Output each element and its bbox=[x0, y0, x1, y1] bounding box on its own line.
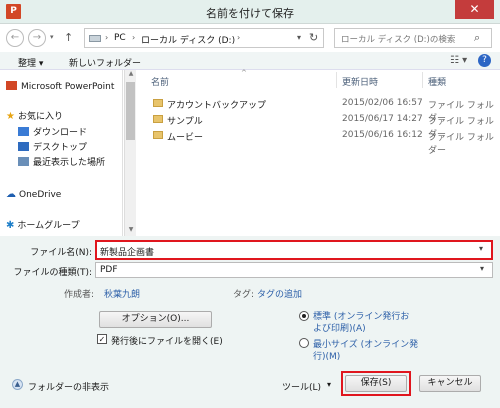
refresh-icon[interactable]: ↻ bbox=[309, 31, 318, 44]
file-modified: 2015/02/06 16:57 bbox=[342, 98, 423, 108]
nav-item-favorites[interactable]: ★ お気に入り bbox=[6, 110, 63, 124]
hide-folders-link[interactable]: フォルダーの非表示 bbox=[28, 380, 109, 393]
drive-icon bbox=[89, 35, 101, 42]
folder-icon bbox=[153, 115, 163, 123]
radio-minimum-size[interactable] bbox=[299, 338, 309, 348]
tag-value[interactable]: タグの追加 bbox=[257, 287, 302, 300]
author-value[interactable]: 秋葉九朗 bbox=[104, 287, 140, 300]
save-button[interactable]: 保存(S) bbox=[345, 375, 407, 392]
open-after-label: 発行後にファイルを開く(E) bbox=[111, 337, 223, 347]
file-modified: 2015/06/16 16:12 bbox=[342, 130, 423, 140]
scroll-down-icon[interactable]: ▼ bbox=[126, 226, 136, 236]
column-header-name[interactable]: 名前 bbox=[151, 75, 169, 88]
chevron-down-icon[interactable]: ▾ bbox=[479, 244, 483, 253]
cloud-icon: ☁ bbox=[6, 189, 16, 200]
tools-dropdown-icon[interactable]: ▾ bbox=[327, 380, 331, 389]
nav-item-label: ホームグループ bbox=[17, 221, 80, 231]
nav-item-label: Microsoft PowerPoint bbox=[21, 82, 115, 92]
chevron-down-icon[interactable]: ▾ bbox=[480, 264, 484, 273]
filename-input[interactable]: 新製品企画書 ▾ bbox=[95, 240, 493, 260]
filename-label: ファイル名(N): bbox=[30, 248, 92, 258]
filename-value: 新製品企画書 bbox=[100, 248, 155, 258]
desktop-icon bbox=[18, 142, 29, 151]
file-row[interactable]: アカウントバックアップ 2015/02/06 16:57 ファイル フォルダー bbox=[137, 97, 500, 124]
nav-item-downloads[interactable]: ダウンロード bbox=[18, 126, 87, 140]
up-arrow-icon[interactable]: ↑ bbox=[64, 31, 73, 44]
back-arrow-icon[interactable]: ← bbox=[6, 29, 24, 47]
nav-item-homegroup[interactable]: ✱ ホームグループ bbox=[6, 219, 80, 233]
download-icon bbox=[18, 127, 29, 136]
file-modified: 2015/06/17 14:27 bbox=[342, 114, 423, 124]
nav-item-label: ダウンロード bbox=[33, 128, 88, 138]
forward-arrow-icon[interactable]: → bbox=[28, 29, 46, 47]
nav-item-label: デスクトップ bbox=[33, 143, 88, 153]
folder-icon bbox=[153, 99, 163, 107]
window-title: 名前を付けて保存 bbox=[206, 7, 294, 20]
filetype-select[interactable]: PDF ▾ bbox=[95, 262, 493, 278]
breadcrumb-separator: › bbox=[237, 33, 241, 42]
recent-icon bbox=[18, 157, 29, 166]
filetype-label: ファイルの種類(T): bbox=[13, 268, 92, 278]
column-divider[interactable] bbox=[336, 72, 337, 88]
chevron-up-icon[interactable]: ▲ bbox=[12, 379, 23, 390]
search-input[interactable]: ローカル ディスク (D:)の検索 ⌕ bbox=[334, 28, 492, 48]
options-button[interactable]: オプション(O)... bbox=[99, 311, 212, 328]
folder-icon bbox=[153, 131, 163, 139]
tag-label: タグ: bbox=[233, 290, 255, 300]
file-name: ムービー bbox=[167, 133, 204, 143]
radio-standard[interactable] bbox=[299, 311, 309, 321]
search-icon[interactable]: ⌕ bbox=[474, 31, 480, 45]
nav-item-desktop[interactable]: デスクトップ bbox=[18, 141, 87, 155]
column-header-modified[interactable]: 更新日時 bbox=[342, 75, 378, 88]
nav-item-label: お気に入り bbox=[17, 112, 63, 122]
file-name: アカウントバックアップ bbox=[167, 101, 267, 111]
breadcrumb-pc[interactable]: PC bbox=[114, 33, 126, 43]
breadcrumb-separator: › bbox=[132, 33, 136, 42]
star-icon: ★ bbox=[6, 111, 15, 122]
view-options-icon[interactable]: ☷ ▾ bbox=[450, 55, 467, 66]
file-type: ファイル フォルダー bbox=[428, 133, 494, 156]
file-row[interactable]: ムービー 2015/06/16 16:12 ファイル フォルダー bbox=[137, 129, 500, 156]
help-icon[interactable]: ? bbox=[478, 54, 491, 67]
file-row[interactable]: サンプル 2015/06/17 14:27 ファイル フォルダー bbox=[137, 113, 500, 140]
new-folder-button[interactable]: 新しいフォルダー bbox=[69, 56, 141, 69]
sort-ascending-icon: ^ bbox=[241, 69, 247, 77]
file-list: 名前 ^ 更新日時 種類 アカウントバックアップ 2015/02/06 16:5… bbox=[137, 69, 500, 236]
radio-standard-label-line2: よび印刷)(A) bbox=[313, 324, 366, 334]
author-label: 作成者: bbox=[64, 290, 95, 300]
scrollbar-thumb[interactable] bbox=[126, 82, 135, 140]
powerpoint-icon bbox=[6, 81, 17, 90]
radio-minimum-label-line2: 行)(M) bbox=[313, 352, 341, 362]
filetype-value: PDF bbox=[100, 265, 118, 275]
search-placeholder: ローカル ディスク (D:)の検索 bbox=[341, 35, 456, 45]
nav-item-label: OneDrive bbox=[19, 190, 62, 200]
cancel-button[interactable]: キャンセル bbox=[419, 375, 481, 392]
scroll-up-icon[interactable]: ▲ bbox=[126, 70, 136, 80]
radio-selected-dot bbox=[302, 314, 306, 318]
open-after-checkbox[interactable]: ✓ bbox=[97, 334, 107, 344]
file-name: サンプル bbox=[167, 117, 203, 127]
address-dropdown-icon[interactable]: ▾ bbox=[297, 33, 301, 42]
nav-item-powerpoint[interactable]: Microsoft PowerPoint bbox=[6, 80, 114, 94]
close-button[interactable]: ✕ bbox=[455, 0, 494, 19]
recent-dropdown-icon[interactable]: ▾ bbox=[50, 33, 54, 41]
organize-menu[interactable]: 整理 ▾ bbox=[18, 56, 43, 69]
homegroup-icon: ✱ bbox=[6, 220, 15, 231]
nav-item-onedrive[interactable]: ☁ OneDrive bbox=[6, 188, 61, 202]
tools-menu[interactable]: ツール(L) bbox=[282, 380, 321, 393]
navigation-scrollbar[interactable]: ▲ ▼ bbox=[124, 70, 136, 236]
breadcrumb-drive[interactable]: ローカル ディスク (D:) bbox=[141, 33, 235, 46]
column-header-type[interactable]: 種類 bbox=[428, 75, 446, 88]
nav-item-label: 最近表示した場所 bbox=[33, 158, 106, 168]
nav-item-recent[interactable]: 最近表示した場所 bbox=[18, 156, 105, 170]
address-bar[interactable]: › PC › ローカル ディスク (D:) › ▾ ↻ bbox=[84, 28, 324, 48]
breadcrumb-separator: › bbox=[105, 33, 109, 42]
column-divider[interactable] bbox=[422, 72, 423, 88]
